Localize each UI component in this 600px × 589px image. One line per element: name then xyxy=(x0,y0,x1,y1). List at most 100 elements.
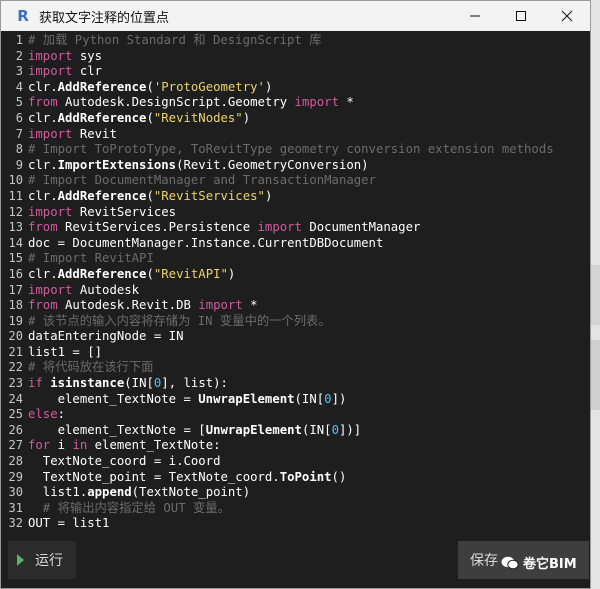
code-text: # Import DocumentManager and Transaction… xyxy=(23,173,376,189)
code-token-comment: # 加载 Python Standard 和 DesignScript 库 xyxy=(28,33,322,47)
code-line[interactable]: 5 from Autodesk.DesignScript.Geometry imp… xyxy=(1,95,590,111)
code-token-string: "RevitServices" xyxy=(153,188,265,203)
code-text: from Autodesk.DesignScript.Geometry impo… xyxy=(23,95,354,111)
code-token-comment: # Import ToProtoType, ToRevitType geomet… xyxy=(28,142,554,157)
code-token-plain: Autodesk.DesignScript.Geometry xyxy=(57,95,295,110)
run-button[interactable]: 运行 xyxy=(8,541,76,579)
play-icon xyxy=(17,554,24,566)
background-window-edge xyxy=(591,0,600,589)
line-number: 22 xyxy=(8,360,23,375)
code-line[interactable]: 31 # 将输出内容指定给 OUT 变量。 xyxy=(1,501,590,517)
code-token-plain: Autodesk.Revit.DB xyxy=(57,298,199,313)
code-line[interactable]: 9 clr.ImportExtensions(Revit.GeometryConv… xyxy=(1,158,590,174)
code-token-keyword: from xyxy=(28,298,58,313)
code-token-plain: ])] xyxy=(338,422,362,437)
code-line[interactable]: 27 for i in element_TextNote: xyxy=(1,438,590,454)
code-line[interactable]: 28 TextNote_coord = i.Coord xyxy=(1,454,590,470)
code-token-plain: RevitServices xyxy=(72,204,177,219)
code-token-keyword: in xyxy=(72,438,88,453)
code-line[interactable]: 24 element_TextNote = UnwrapElement(IN[0… xyxy=(1,392,590,408)
code-line[interactable]: 10 # Import DocumentManager and Transacti… xyxy=(1,173,590,189)
run-button-label: 运行 xyxy=(35,553,63,569)
code-line[interactable]: 32 OUT = list1 xyxy=(1,516,590,532)
code-line[interactable]: 17 import Autodesk xyxy=(1,283,590,299)
code-token-string: 'ProtoGeometry' xyxy=(153,79,265,94)
line-number: 28 xyxy=(8,454,23,469)
code-token-plain: clr. xyxy=(28,266,58,281)
close-button[interactable] xyxy=(544,1,590,31)
code-token-comment: # Import RevitAPI xyxy=(28,251,154,266)
title-bar[interactable]: R 获取文字注释的位置点 xyxy=(1,1,590,31)
line-number: 19 xyxy=(8,313,23,328)
code-line[interactable]: 14 doc = DocumentManager.Instance.Current… xyxy=(1,236,590,252)
code-line[interactable]: 23 if isinstance(IN[0], list): xyxy=(1,376,590,392)
code-text: doc = DocumentManager.Instance.CurrentDB… xyxy=(23,236,383,252)
code-token-keyword: import xyxy=(28,204,73,219)
code-token-plain: (IN[ xyxy=(301,422,332,437)
code-token-comment: # 将代码放在该行下面 xyxy=(28,360,154,375)
window-controls xyxy=(452,1,590,31)
line-number: 5 xyxy=(15,95,23,110)
wechat-icon xyxy=(501,556,519,569)
code-text: clr.AddReference("RevitServices") xyxy=(23,189,272,205)
code-line[interactable]: 25 else: xyxy=(1,407,590,423)
line-number: 7 xyxy=(15,126,23,141)
code-token-keyword: import xyxy=(28,126,73,141)
code-token-plain: list1. xyxy=(28,485,88,500)
code-text: element_TextNote = [UnwrapElement(IN[0])… xyxy=(23,422,362,439)
code-line[interactable]: 18 from Autodesk.Revit.DB import * xyxy=(1,298,590,314)
code-line[interactable]: 2 import sys xyxy=(1,49,590,65)
maximize-button[interactable] xyxy=(498,1,544,31)
code-token-plain: (Revit.GeometryConversion) xyxy=(176,157,369,172)
revit-app-icon: R xyxy=(17,7,29,25)
line-number: 13 xyxy=(8,220,23,235)
code-text: list1.append(TextNote_point) xyxy=(23,485,250,501)
code-line[interactable]: 4 clr.AddReference('ProtoGeometry') xyxy=(1,80,590,96)
code-text: # Import ToProtoType, ToRevitType geomet… xyxy=(23,142,554,158)
code-line[interactable]: 7 import Revit xyxy=(1,127,590,143)
code-token-bold: isinstance xyxy=(50,376,125,391)
code-token-keyword: import xyxy=(294,95,339,110)
code-token-plain: () xyxy=(331,469,347,484)
code-text: list1 = [] xyxy=(23,345,102,361)
line-number: 14 xyxy=(8,235,23,250)
code-token-keyword: from xyxy=(28,220,58,235)
code-line[interactable]: 19 # 该节点的输入内容将存储为 IN 变量中的一个列表。 xyxy=(1,314,590,330)
code-line[interactable]: 13 from RevitServices.Persistence import … xyxy=(1,220,590,236)
code-token-plain: ( xyxy=(146,188,154,203)
code-token-keyword: import xyxy=(28,48,73,63)
code-line[interactable]: 26 element_TextNote = [UnwrapElement(IN[… xyxy=(1,423,590,439)
code-line[interactable]: 30 list1.append(TextNote_point) xyxy=(1,485,590,501)
code-line[interactable]: 11 clr.AddReference("RevitServices") xyxy=(1,189,590,205)
line-number: 32 xyxy=(8,516,23,531)
code-token-plain: DocumentManager xyxy=(301,220,421,235)
line-number: 29 xyxy=(8,469,23,484)
code-token-keyword: import xyxy=(28,64,73,79)
code-token-keyword: else xyxy=(28,407,58,422)
code-line[interactable]: 12 import RevitServices xyxy=(1,205,590,221)
code-text: clr.AddReference('ProtoGeometry') xyxy=(23,80,272,96)
background-panel xyxy=(591,265,600,325)
code-line[interactable]: 8 # Import ToProtoType, ToRevitType geome… xyxy=(1,142,590,158)
code-line[interactable]: 16 clr.AddReference("RevitAPI") xyxy=(1,267,590,283)
line-number: 11 xyxy=(8,188,23,203)
code-text: import Autodesk xyxy=(23,283,139,299)
code-token-plain: clr. xyxy=(28,157,58,172)
code-line[interactable]: 6 clr.AddReference("RevitNodes") xyxy=(1,111,590,127)
code-token-plain: TextNote_point = TextNote_coord. xyxy=(28,469,280,484)
code-token-plain: TextNote_coord = i.Coord xyxy=(28,454,221,469)
minimize-button[interactable] xyxy=(452,1,498,31)
code-line[interactable]: 22 # 将代码放在该行下面 xyxy=(1,360,590,376)
code-text: from Autodesk.Revit.DB import * xyxy=(23,298,258,314)
line-number: 21 xyxy=(8,344,23,359)
code-text: import sys xyxy=(23,49,102,65)
code-line[interactable]: 1 # 加载 Python Standard 和 DesignScript 库 xyxy=(1,33,590,49)
code-line[interactable]: 29 TextNote_point = TextNote_coord.ToPoi… xyxy=(1,470,590,486)
code-line[interactable]: 3 import clr xyxy=(1,64,590,80)
code-line[interactable]: 15 # Import RevitAPI xyxy=(1,251,590,267)
code-token-keyword: import xyxy=(198,298,243,313)
code-token-keyword: from xyxy=(28,95,58,110)
code-line[interactable]: 20 dataEnteringNode = IN xyxy=(1,329,590,345)
code-editor[interactable]: 1 # 加载 Python Standard 和 DesignScript 库2i… xyxy=(1,31,590,536)
code-line[interactable]: 21 list1 = [] xyxy=(1,345,590,361)
